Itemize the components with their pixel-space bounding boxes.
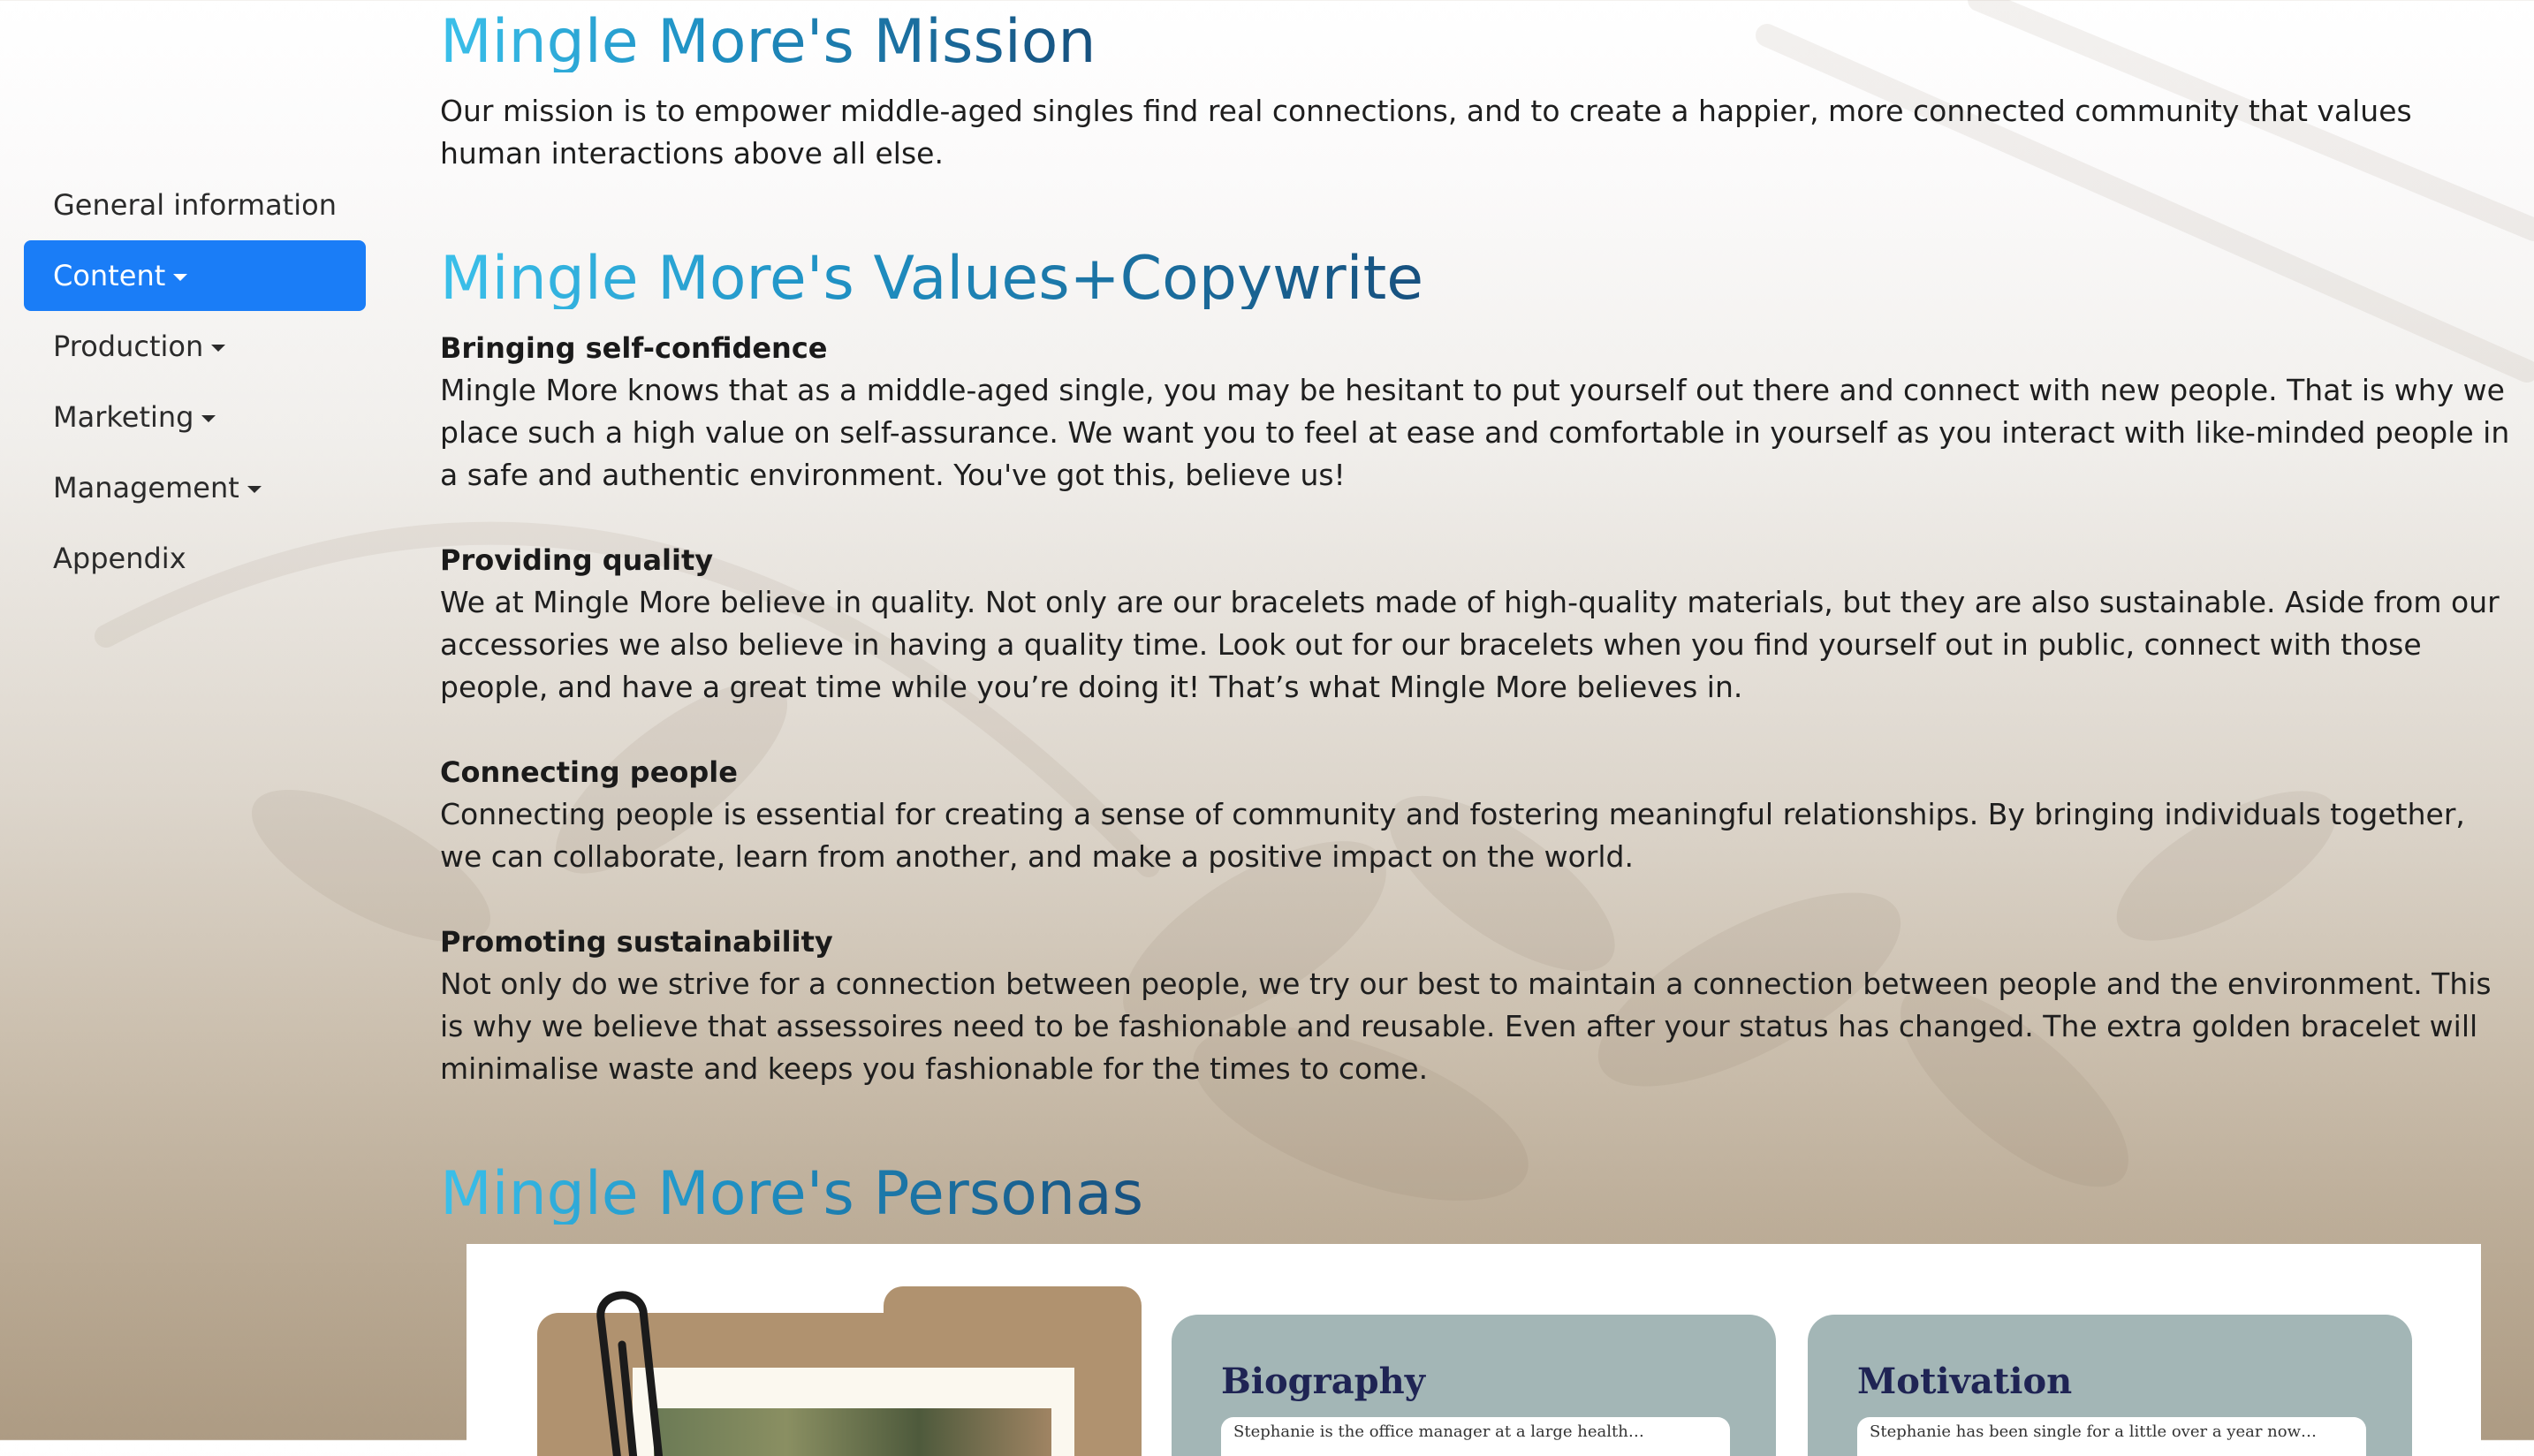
nav-item-management[interactable]: Management [24, 452, 366, 523]
card-text: Stephanie is the office manager at a lar… [1233, 1422, 1644, 1441]
card-body: Stephanie has been single for a little o… [1857, 1417, 2366, 1456]
value-text: Mingle More knows that as a middle-aged … [440, 373, 2510, 492]
value-text: We at Mingle More believe in quality. No… [440, 585, 2500, 704]
value-heading: Bringing self-confidence [440, 331, 828, 365]
background-leaf-shadows [95, 0, 2534, 1201]
mission-title: Mingle More's Mission [440, 7, 1096, 77]
card-body: Stephanie is the office manager at a lar… [1221, 1417, 1730, 1456]
card-title: Motivation [1857, 1361, 2073, 1402]
biography-card: Biography Stephanie is the office manage… [1172, 1315, 1776, 1456]
value-heading: Promoting sustainability [440, 925, 833, 959]
nav-item-label: Management [53, 471, 239, 504]
nav-item-label: Appendix [53, 542, 186, 575]
caret-down-icon [211, 344, 226, 352]
persona-photo [654, 1408, 1051, 1456]
nav-item-label: Marketing [53, 400, 194, 434]
mission-text: Our mission is to empower middle-aged si… [440, 94, 2412, 171]
nav-item-general-information[interactable]: General information [24, 170, 366, 240]
card-title: Biography [1221, 1361, 1425, 1402]
persona-panel: Biography Stephanie is the office manage… [467, 1244, 2481, 1456]
caret-down-icon [201, 414, 216, 422]
sidebar-nav: General information Content Production M… [24, 170, 366, 594]
personas-title: Mingle More's Personas [440, 1159, 1144, 1229]
value-text: Not only do we strive for a connection b… [440, 967, 2492, 1086]
value-text: Connecting people is essential for creat… [440, 797, 2465, 874]
nav-item-appendix[interactable]: Appendix [24, 523, 366, 594]
motivation-card: Motivation Stephanie has been single for… [1808, 1315, 2412, 1456]
nav-item-label: General information [53, 188, 337, 222]
value-heading: Providing quality [440, 543, 714, 577]
values-title: Mingle More's Values+Copywrite [440, 244, 1424, 314]
value-heading: Connecting people [440, 755, 738, 789]
nav-item-marketing[interactable]: Marketing [24, 382, 366, 452]
card-text: Stephanie has been single for a little o… [1870, 1422, 2317, 1441]
nav-item-content[interactable]: Content [24, 240, 366, 311]
nav-item-production[interactable]: Production [24, 311, 366, 382]
nav-item-label: Production [53, 330, 204, 363]
paperclip-icon [596, 1291, 664, 1456]
caret-down-icon [173, 273, 188, 281]
caret-down-icon [247, 485, 262, 493]
nav-item-label: Content [53, 259, 166, 292]
